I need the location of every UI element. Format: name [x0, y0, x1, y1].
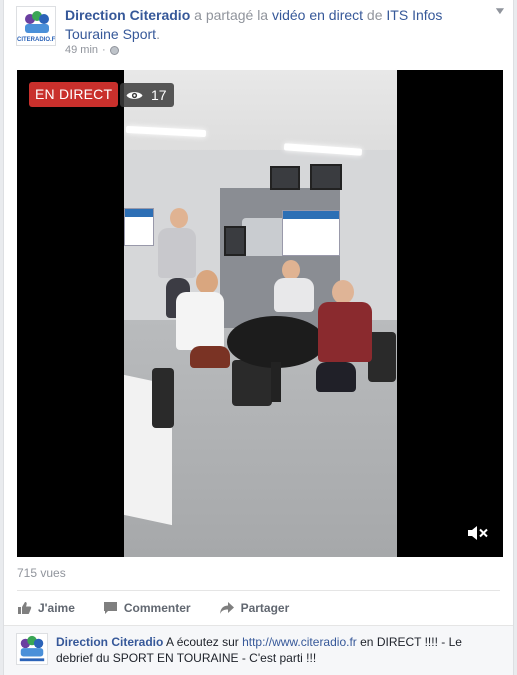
comment-label: Commenter: [123, 601, 191, 615]
share-label: Partager: [240, 601, 290, 615]
mute-icon[interactable]: [467, 525, 489, 541]
meta-separator: ·: [102, 44, 106, 56]
page-avatar[interactable]: CITERADIO.FR: [16, 6, 56, 46]
view-count[interactable]: 715 vues: [17, 566, 66, 580]
globe-icon: [109, 45, 119, 55]
period-text: .: [156, 26, 160, 42]
post-headline: Direction Citeradio a partagé la vidéo e…: [65, 6, 481, 44]
eye-icon: [126, 91, 143, 99]
post-time[interactable]: 49 min: [65, 44, 98, 56]
viewer-count-badge: 17: [120, 83, 174, 107]
comment-icon: [103, 602, 117, 614]
citeradio-logo-icon: [19, 635, 45, 662]
action-text: a partagé la: [190, 7, 272, 23]
video-frame: [124, 70, 397, 557]
chevron-down-icon[interactable]: ▼: [493, 6, 507, 17]
live-badge: EN DIRECT: [29, 82, 119, 107]
post-card: CITERADIO.FR Direction Citeradio a parta…: [3, 0, 514, 675]
comment-text-before: A écoutez sur: [163, 635, 243, 649]
thumbs-up-icon: [18, 602, 32, 614]
comment-avatar[interactable]: [16, 633, 48, 665]
post-header: CITERADIO.FR Direction Citeradio a parta…: [16, 6, 507, 58]
comment-button[interactable]: Commenter: [103, 597, 191, 619]
comment-section: Direction Citeradio A écoutez sur http:/…: [4, 625, 513, 675]
divider: [17, 590, 500, 591]
like-label: J'aime: [38, 601, 75, 615]
live-video-player[interactable]: EN DIRECT 17: [17, 70, 503, 557]
preposition-text: de: [363, 7, 387, 23]
citeradio-url-link[interactable]: http://www.citeradio.fr: [242, 635, 357, 649]
like-button[interactable]: J'aime: [17, 597, 75, 619]
author-link[interactable]: Direction Citeradio: [65, 7, 190, 23]
share-button[interactable]: Partager: [219, 597, 290, 619]
comment-body: Direction Citeradio A écoutez sur http:/…: [56, 634, 473, 666]
avatar-text: CITERADIO.FR: [17, 37, 56, 43]
post-meta: 49 min ·: [65, 44, 119, 56]
post-actions: J'aime Commenter Partager: [17, 597, 500, 619]
viewer-count: 17: [151, 87, 167, 103]
shared-video-link[interactable]: vidéo en direct: [272, 7, 363, 23]
share-icon: [219, 602, 234, 614]
comment-author-link[interactable]: Direction Citeradio: [56, 635, 163, 649]
citeradio-logo-icon: [25, 11, 49, 33]
